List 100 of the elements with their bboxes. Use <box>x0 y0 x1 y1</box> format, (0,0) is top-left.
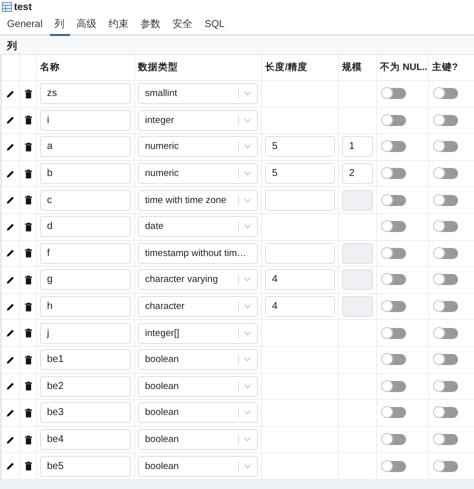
delete-icon[interactable] <box>24 408 32 418</box>
delete-icon[interactable] <box>24 195 32 206</box>
delete-icon[interactable] <box>24 222 32 232</box>
delete-icon[interactable] <box>24 274 32 285</box>
type-dropdown[interactable]: boolean <box>138 429 258 450</box>
edit-icon[interactable] <box>6 354 15 365</box>
edit-icon[interactable] <box>6 274 15 285</box>
toggle-switch[interactable] <box>434 380 458 392</box>
toggle-switch[interactable] <box>382 168 406 180</box>
toggle-switch[interactable] <box>434 274 458 286</box>
delete-icon[interactable] <box>24 302 32 312</box>
name-field[interactable]: d <box>40 216 131 238</box>
type-dropdown[interactable]: smallint <box>138 83 258 104</box>
toggle-switch[interactable] <box>382 221 406 232</box>
toggle-switch[interactable] <box>434 248 458 259</box>
tab[interactable]: 参数 <box>136 14 166 36</box>
edit-icon[interactable] <box>6 142 15 152</box>
tab[interactable]: General <box>2 14 48 36</box>
length-field[interactable] <box>265 242 335 264</box>
tab[interactable]: SQL <box>200 14 230 36</box>
type-dropdown[interactable]: boolean <box>138 349 258 370</box>
toggle-switch[interactable] <box>382 407 406 418</box>
edit-icon[interactable] <box>6 328 15 338</box>
toggle-switch[interactable] <box>434 460 458 472</box>
type-dropdown[interactable]: numeric <box>138 163 258 184</box>
type-dropdown[interactable]: integer <box>138 110 258 131</box>
length-field[interactable]: 5 <box>265 136 335 158</box>
type-dropdown[interactable]: boolean <box>138 456 258 477</box>
name-field[interactable]: h <box>40 296 131 318</box>
name-field[interactable]: i <box>40 110 131 131</box>
name-field[interactable]: be1 <box>40 349 131 370</box>
edit-icon[interactable] <box>6 195 15 206</box>
name-field[interactable]: zs <box>40 83 131 104</box>
toggle-switch[interactable] <box>382 460 406 472</box>
toggle-switch[interactable] <box>382 194 406 206</box>
toggle-switch[interactable] <box>434 88 458 100</box>
type-dropdown[interactable]: integer[] <box>138 322 258 344</box>
type-dropdown[interactable]: time with time zone <box>138 190 258 211</box>
scale-field[interactable]: 2 <box>342 163 373 184</box>
toggle-switch[interactable] <box>382 434 406 446</box>
length-field[interactable]: 4 <box>265 269 335 290</box>
name-field[interactable]: j <box>40 322 131 344</box>
toggle-switch[interactable] <box>434 407 458 418</box>
name-field[interactable]: f <box>40 242 131 264</box>
delete-icon[interactable] <box>24 434 32 445</box>
toggle-switch[interactable] <box>382 248 406 259</box>
delete-icon[interactable] <box>24 461 32 472</box>
scale-field[interactable]: 1 <box>342 136 373 158</box>
delete-icon[interactable] <box>24 354 32 365</box>
edit-icon[interactable] <box>6 168 15 179</box>
edit-icon[interactable] <box>6 434 15 445</box>
name-field[interactable]: be4 <box>40 429 131 450</box>
edit-icon[interactable] <box>6 88 15 99</box>
delete-icon[interactable] <box>24 381 32 392</box>
name-field[interactable]: c <box>40 190 131 211</box>
edit-icon[interactable] <box>6 248 15 258</box>
toggle-switch[interactable] <box>382 380 406 392</box>
name-field[interactable]: be3 <box>40 402 131 424</box>
name-field[interactable]: be5 <box>40 456 131 477</box>
delete-icon[interactable] <box>24 142 32 152</box>
name-field[interactable]: be2 <box>40 376 131 397</box>
edit-icon[interactable] <box>6 408 15 418</box>
type-dropdown[interactable]: boolean <box>138 376 258 397</box>
length-field[interactable]: 4 <box>265 296 335 318</box>
type-dropdown[interactable]: character <box>138 296 258 318</box>
toggle-switch[interactable] <box>434 141 458 152</box>
length-field[interactable]: 5 <box>265 163 335 184</box>
edit-icon[interactable] <box>6 302 15 312</box>
toggle-switch[interactable] <box>434 354 458 366</box>
name-field[interactable]: g <box>40 269 131 290</box>
delete-icon[interactable] <box>24 88 32 99</box>
delete-icon[interactable] <box>24 328 32 338</box>
toggle-switch[interactable] <box>382 274 406 286</box>
edit-icon[interactable] <box>6 115 15 126</box>
type-dropdown[interactable]: date <box>138 216 258 238</box>
edit-icon[interactable] <box>6 222 15 232</box>
toggle-switch[interactable] <box>382 328 406 339</box>
edit-icon[interactable] <box>6 381 15 392</box>
edit-icon[interactable] <box>6 461 15 472</box>
length-field[interactable] <box>265 190 335 211</box>
tab[interactable]: 高级 <box>72 14 102 36</box>
toggle-switch[interactable] <box>382 301 406 312</box>
toggle-switch[interactable] <box>382 354 406 366</box>
toggle-switch[interactable] <box>434 301 458 312</box>
type-dropdown[interactable]: timestamp without tim… <box>138 242 258 264</box>
name-field[interactable]: a <box>40 136 131 158</box>
toggle-switch[interactable] <box>434 328 458 339</box>
delete-icon[interactable] <box>24 248 32 258</box>
tab[interactable]: 约束 <box>104 14 134 36</box>
type-dropdown[interactable]: character varying <box>138 269 258 290</box>
type-dropdown[interactable]: boolean <box>138 402 258 424</box>
name-field[interactable]: b <box>40 163 131 184</box>
delete-icon[interactable] <box>24 115 32 126</box>
toggle-switch[interactable] <box>434 114 458 126</box>
tab[interactable]: 安全 <box>168 14 198 36</box>
toggle-switch[interactable] <box>434 168 458 180</box>
toggle-switch[interactable] <box>382 114 406 126</box>
delete-icon[interactable] <box>24 168 32 179</box>
toggle-switch[interactable] <box>434 194 458 206</box>
toggle-switch[interactable] <box>382 88 406 100</box>
